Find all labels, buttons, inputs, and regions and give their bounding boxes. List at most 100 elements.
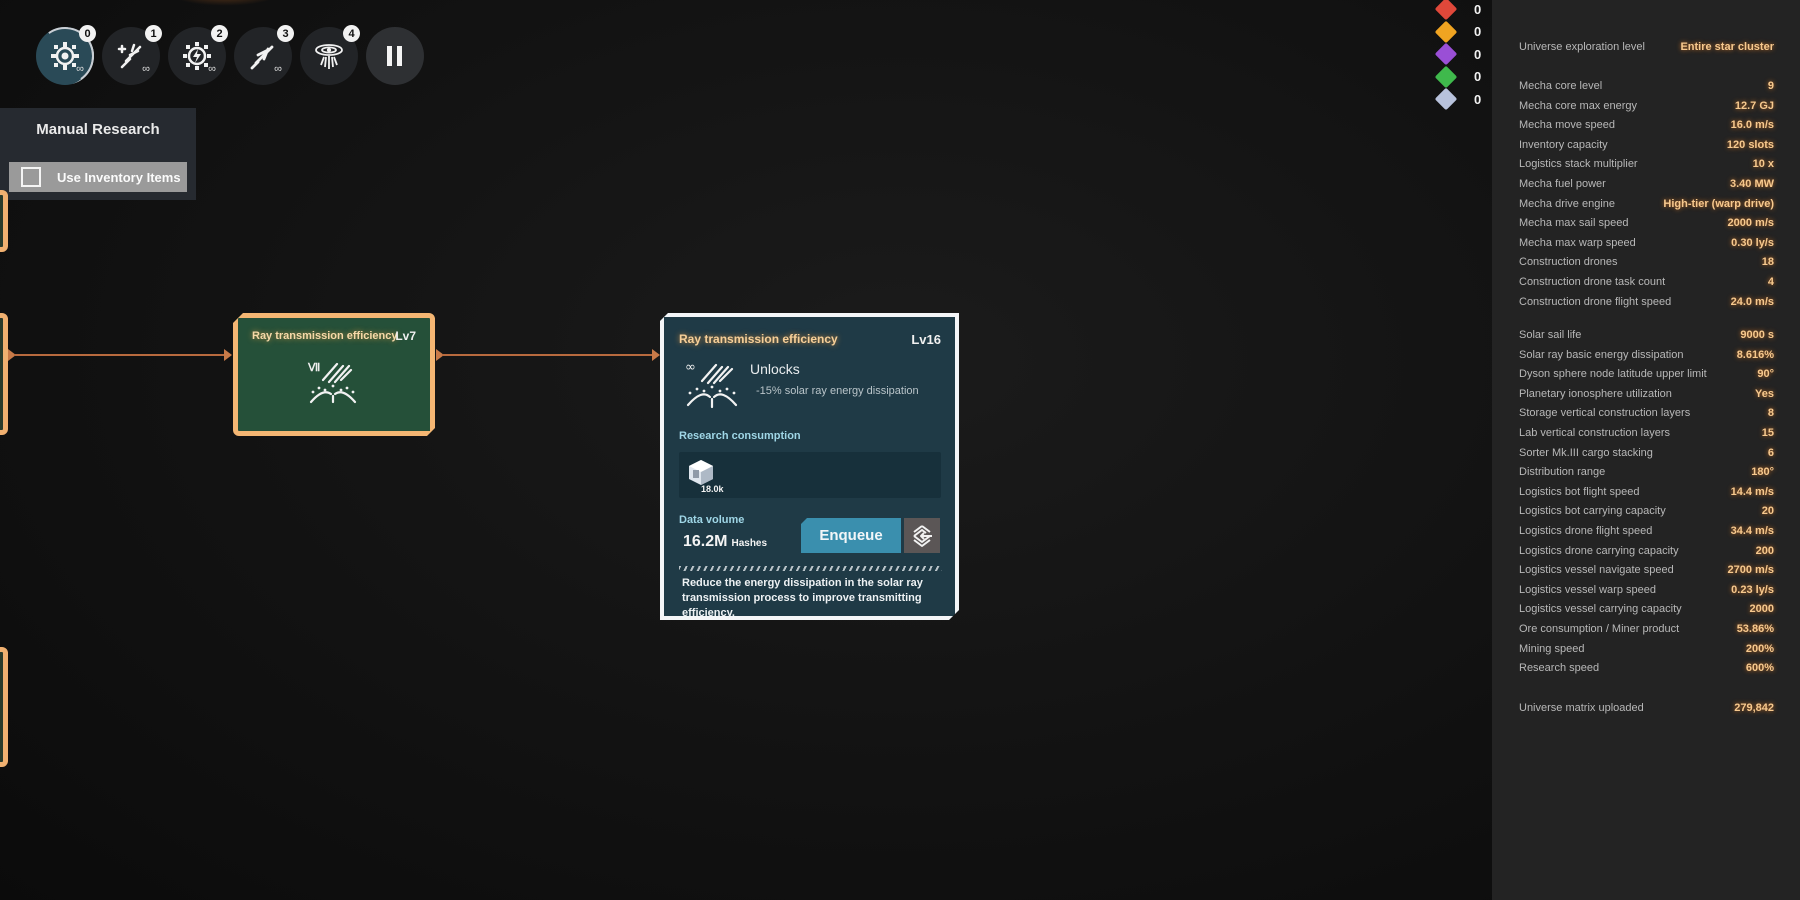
stat-row: Logistics drone carrying capacity 200	[1519, 545, 1774, 557]
stat-row: Inventory capacity 120 slots	[1519, 139, 1774, 151]
stat-row: Solar sail life 9000 s	[1519, 329, 1774, 341]
manual-research-panel: Manual Research Use Inventory Items	[0, 108, 196, 200]
resource-row: 0	[1434, 20, 1484, 44]
research-consumption-items: 18.0k	[679, 452, 941, 498]
stat-row: Universe matrix uploaded 279,842	[1519, 702, 1774, 714]
stat-value: 2700 m/s	[1727, 564, 1774, 577]
stat-row: Logistics stack multiplier 10 x	[1519, 158, 1774, 170]
stat-row: Logistics vessel navigate speed 2700 m/s	[1519, 564, 1774, 576]
stat-row: Logistics bot flight speed 14.4 m/s	[1519, 486, 1774, 498]
stat-row: Ore consumption / Miner product 53.86%	[1519, 623, 1774, 635]
toolbar-badge: 3	[277, 25, 294, 42]
toolbar-badge: 1	[145, 25, 162, 42]
stat-value: 90°	[1757, 368, 1774, 381]
pause-button[interactable]	[366, 27, 424, 85]
stat-row: Mecha fuel power 3.40 MW	[1519, 178, 1774, 190]
data-volume-unit: Hashes	[731, 538, 768, 549]
stat-row: Planetary ionosphere utilization Yes	[1519, 388, 1774, 400]
structure-matrix-icon	[1434, 42, 1458, 66]
infinite-tier-icon: ∞	[685, 360, 696, 375]
stat-label: Mecha move speed	[1519, 119, 1615, 132]
stat-value: 180°	[1751, 466, 1774, 479]
stat-row: Dyson sphere node latitude upper limit 90…	[1519, 368, 1774, 380]
top-glow	[170, 0, 280, 6]
tech-description: Reduce the energy dissipation in the sol…	[682, 577, 923, 619]
toolbar-button-drone[interactable]: 1 ∞	[102, 25, 162, 85]
tech-node-ray-transmission-efficiency[interactable]: Ray transmission efficiency Lv7 Ⅶ	[233, 313, 435, 436]
resource-row: 0	[1434, 42, 1484, 66]
resource-count: 0	[1474, 69, 1482, 85]
research-consumption-label: Research consumption	[679, 430, 801, 442]
stat-row: Mecha drive engine High-tier (warp drive)	[1519, 198, 1774, 210]
toolbar-badge: 0	[79, 25, 96, 42]
stat-value: 279,842	[1734, 702, 1774, 714]
tech-detail-card: Ray transmission efficiency Lv16 ∞ Unloc…	[660, 313, 959, 620]
stat-value: 0.23 ly/s	[1731, 583, 1774, 596]
solar-ray-icon	[303, 358, 363, 410]
tech-connector	[14, 354, 228, 356]
galaxy-icon	[315, 44, 343, 69]
enqueue-button[interactable]: Enqueue	[801, 518, 901, 553]
stat-value: 2000	[1749, 603, 1774, 616]
stat-value: 2000 m/s	[1727, 217, 1774, 230]
connector-arrow	[652, 349, 660, 361]
gravity-matrix-icon	[1434, 87, 1458, 111]
stat-label: Logistics bot carrying capacity	[1519, 505, 1666, 518]
tech-node-offscreen[interactable]	[0, 647, 8, 767]
mecha-stats-panel: Universe exploration level Entire star cl…	[1492, 0, 1800, 900]
stat-label: Planetary ionosphere utilization	[1519, 387, 1672, 400]
resource-row: 0	[1434, 65, 1484, 89]
stat-value: 0.30 ly/s	[1731, 236, 1774, 249]
solar-ray-icon: ∞	[684, 359, 744, 411]
stat-label: Universe matrix uploaded	[1519, 702, 1644, 714]
toolbar-button-mecha-core[interactable]: 0 ∞	[36, 25, 96, 85]
stat-label: Universe exploration level	[1519, 41, 1645, 53]
toolbar-button-energy[interactable]: 2 ∞	[168, 25, 228, 85]
stat-row: Lab vertical construction layers 15	[1519, 427, 1774, 439]
quick-enqueue-button[interactable]	[904, 518, 940, 553]
unlock-effect: -15% solar ray energy dissipation	[756, 385, 919, 397]
stat-label: Logistics stack multiplier	[1519, 158, 1638, 171]
stat-value: 15	[1761, 427, 1774, 439]
stat-value: 18	[1761, 256, 1774, 269]
unlocks-label: Unlocks	[750, 361, 800, 377]
stat-value: 120 slots	[1726, 138, 1774, 151]
stat-label: Mecha fuel power	[1519, 178, 1606, 190]
tech-connector	[442, 354, 654, 356]
tech-node-offscreen[interactable]	[0, 190, 8, 252]
stat-label: Logistics vessel navigate speed	[1519, 564, 1674, 577]
stat-label: Dyson sphere node latitude upper limit	[1519, 368, 1707, 381]
stat-value: 34.4 m/s	[1730, 525, 1774, 537]
stat-label: Distribution range	[1519, 466, 1606, 479]
tech-node-offscreen[interactable]	[0, 313, 8, 435]
stat-row: Logistics drone flight speed 34.4 m/s	[1519, 525, 1774, 537]
stat-label: Research speed	[1519, 662, 1600, 675]
toolbar-button-vessel[interactable]: 3 ∞	[234, 25, 294, 85]
matrix-resources: 0 0 0 0 0	[1434, 0, 1484, 111]
stat-label: Logistics vessel warp speed	[1519, 583, 1656, 596]
stat-row: Logistics vessel carrying capacity 2000	[1519, 603, 1774, 615]
toolbar-button-galaxy[interactable]: 4	[300, 25, 360, 85]
stat-value: Entire star cluster	[1680, 41, 1774, 53]
toolbar-badge: 4	[343, 25, 360, 42]
stat-row: Universe exploration level Entire star cl…	[1519, 41, 1774, 53]
stat-row: Mining speed 200%	[1519, 643, 1774, 655]
use-inventory-items-toggle[interactable]: Use Inventory Items	[9, 162, 187, 192]
use-inventory-checkbox[interactable]	[21, 167, 41, 187]
resource-count: 0	[1474, 91, 1482, 107]
toolbar-badge: 2	[211, 25, 228, 42]
connector-arrow	[224, 349, 232, 361]
stat-label: Mecha max warp speed	[1519, 236, 1636, 249]
resource-count: 0	[1474, 1, 1482, 17]
stat-row: Distribution range 180°	[1519, 466, 1774, 478]
data-volume-number: 16.2M	[683, 533, 728, 550]
stat-label: Mecha core max energy	[1519, 99, 1637, 112]
stat-value: 3.40 MW	[1729, 178, 1774, 190]
stat-row: Construction drones 18	[1519, 256, 1774, 268]
stat-row: Sorter Mk.III cargo stacking 6	[1519, 447, 1774, 459]
infinite-icon: ∞	[76, 63, 84, 75]
stat-value: 9000 s	[1740, 329, 1774, 341]
stat-value: 20	[1761, 505, 1774, 518]
stat-label: Mining speed	[1519, 642, 1585, 655]
stat-value: 200%	[1745, 642, 1774, 655]
